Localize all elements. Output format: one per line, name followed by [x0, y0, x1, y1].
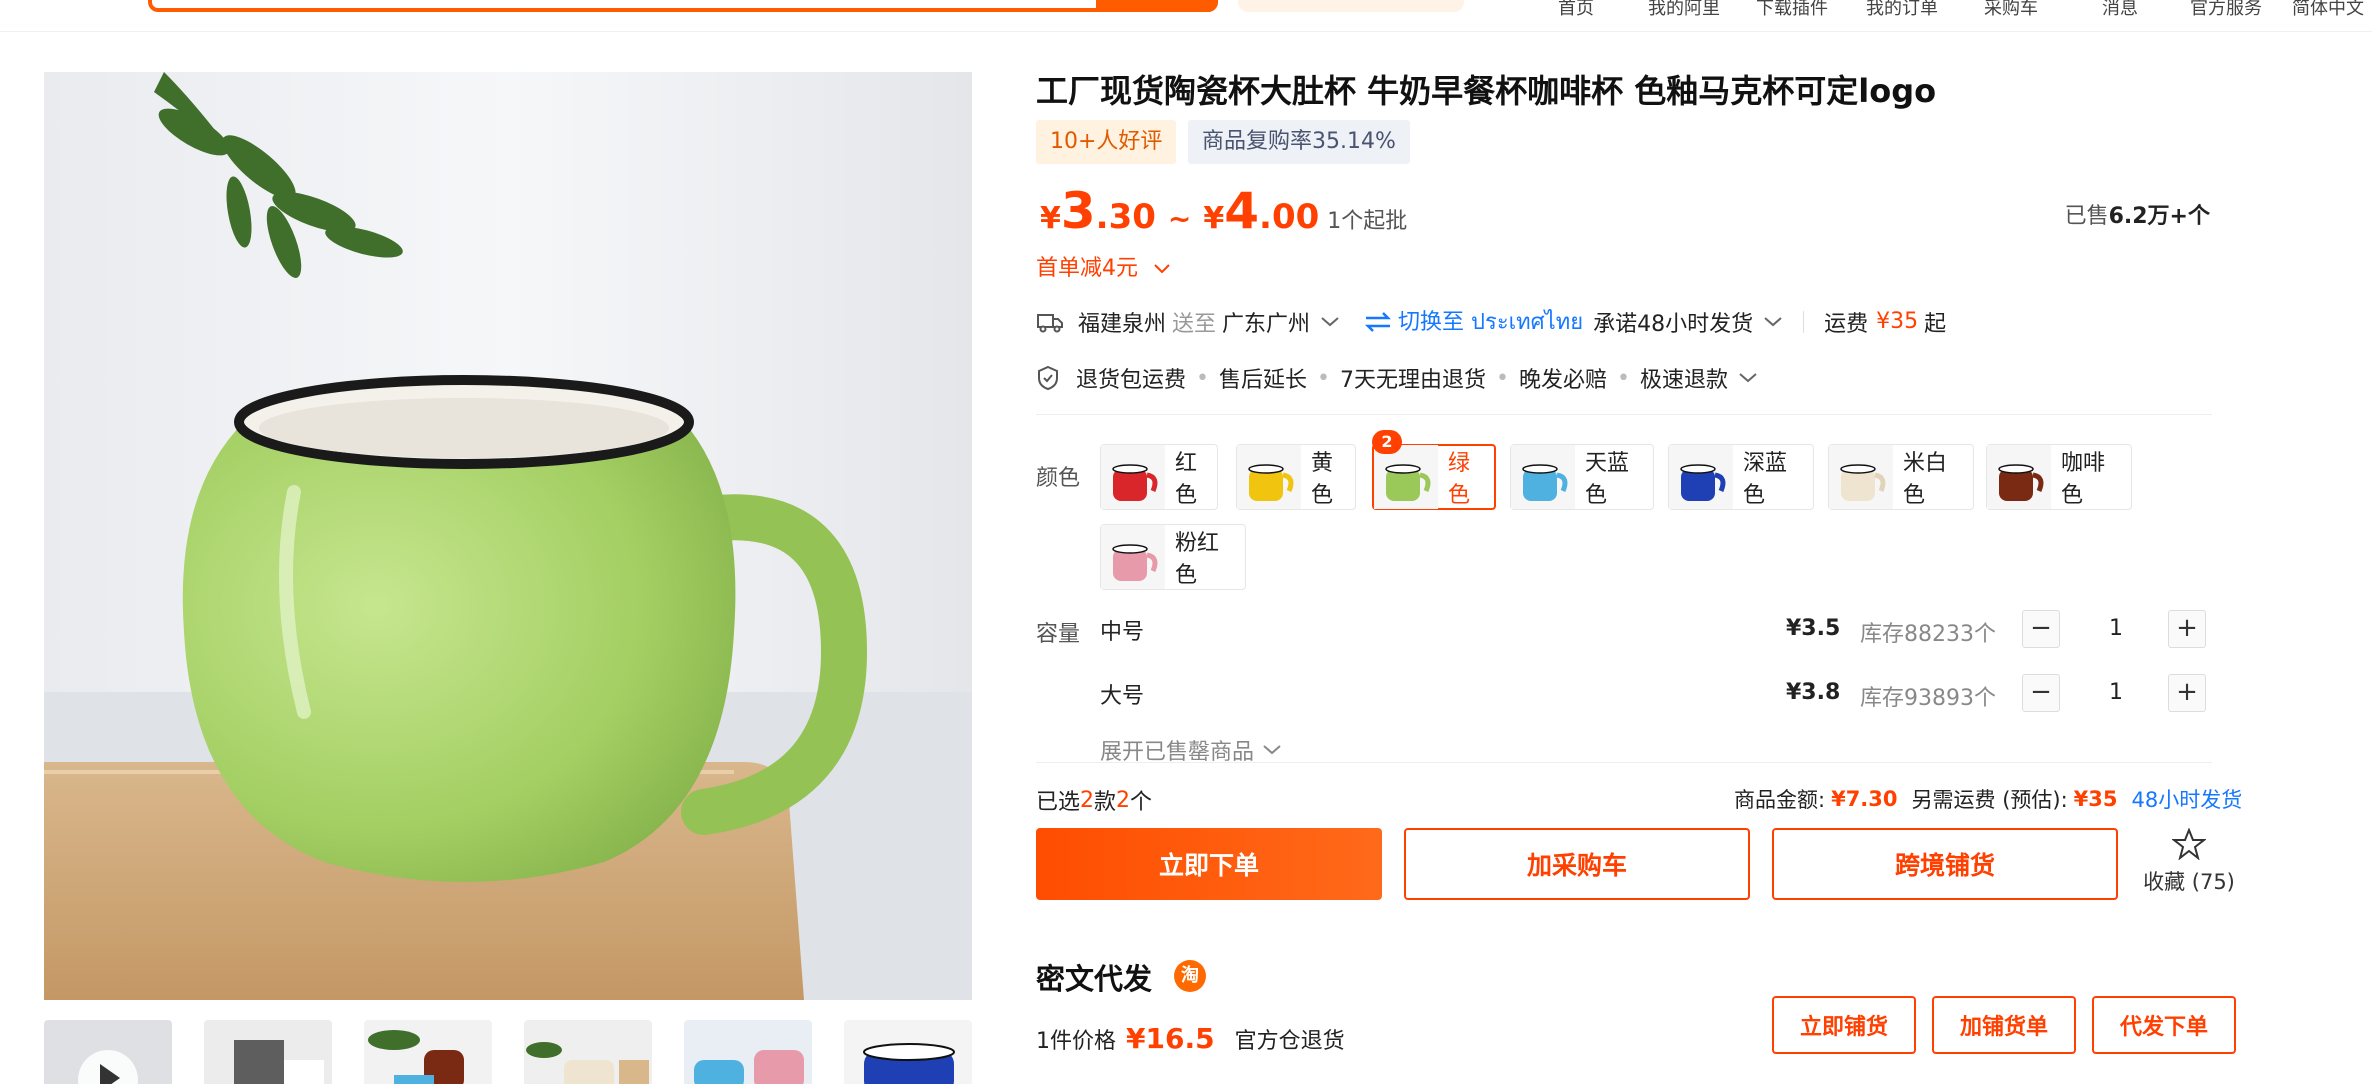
search-input[interactable] [148, 0, 1218, 12]
divider [1803, 310, 1805, 333]
thumbnail-4[interactable] [524, 1020, 652, 1084]
shield-check-icon [1038, 365, 1058, 391]
nav-home[interactable]: 首页 [1558, 0, 1594, 20]
ship-48h-note: 48小时发货 [2131, 788, 2243, 812]
amount-value: ¥7.30 [1831, 787, 1898, 811]
shipping-fee: ¥35 [1876, 309, 1919, 334]
divider [1036, 762, 2212, 763]
selected-count-badge: 2 [1372, 430, 1402, 454]
service-guarantees[interactable]: 退货包运费 • 售后延长 • 7天无理由退货 • 晚发必赔 • 极速退款 [1036, 362, 1758, 394]
chevron-down-icon[interactable] [1320, 316, 1340, 328]
color-swatch-image [1101, 445, 1165, 509]
product-title: 工厂现货陶瓷杯大肚杯 牛奶早餐杯咖啡杯 色釉马克杯可定logo [1036, 72, 1937, 110]
add-to-cart-button[interactable]: 加采购车 [1404, 828, 1750, 900]
color-option-red[interactable]: 红色 [1100, 444, 1218, 510]
color-swatch-image [1511, 445, 1575, 509]
capacity-price: ¥3.5 [1786, 616, 1841, 641]
selection-summary: 已选 2 款 2 个 [1036, 787, 1153, 816]
cross-border-list-button[interactable]: 跨境铺货 [1772, 828, 2118, 900]
chevron-down-icon [1154, 264, 1170, 274]
capacity-name: 大号 [1100, 684, 1145, 709]
nav-my-orders[interactable]: 我的订单 [1866, 0, 1938, 20]
list-now-button[interactable]: 立即铺货 [1772, 996, 1916, 1054]
dropship-order-button[interactable]: 代发下单 [2092, 996, 2236, 1054]
capacity-price: ¥3.8 [1786, 680, 1841, 705]
first-order-coupon[interactable]: 首单减4元 [1036, 250, 1171, 282]
color-label: 颜色 [1036, 466, 1081, 491]
dropship-price: ¥16.5 [1126, 1022, 1215, 1055]
increment-button[interactable]: + [2168, 610, 2206, 648]
nav-download-plugin[interactable]: 下载插件 [1756, 0, 1828, 20]
repurchase-rate-badge: 商品复购率35.14% [1188, 120, 1410, 164]
color-option-dark-blue[interactable]: 深蓝色 [1668, 444, 1814, 510]
price-low: 3 [1060, 182, 1096, 240]
quantity-value[interactable]: 1 [2076, 680, 2156, 705]
color-option-yellow[interactable]: 黄色 [1236, 444, 1356, 510]
nav-language[interactable]: 简体中文 [2292, 0, 2364, 20]
service-item: 退货包运费 [1076, 368, 1187, 393]
chevron-down-icon [1263, 745, 1281, 755]
color-swatch-image [1987, 445, 2051, 509]
capacity-name: 中号 [1100, 620, 1145, 645]
divider [1036, 414, 2212, 415]
color-swatch-image [1669, 445, 1733, 509]
thumbnail-6[interactable] [844, 1020, 972, 1084]
search-button[interactable] [1096, 0, 1218, 12]
ship-origin: 福建泉州 [1078, 311, 1167, 337]
capacity-stock: 库存88233个 [1860, 622, 1996, 647]
ship-destination[interactable]: 广东广州 [1222, 306, 1310, 338]
favorite-count: 收藏 (75) [2143, 870, 2235, 894]
thumbnail-5[interactable] [684, 1020, 812, 1084]
price-high: 4 [1224, 182, 1260, 240]
color-option-off-white[interactable]: 米白色 [1828, 444, 1974, 510]
thumbnail-2[interactable] [204, 1020, 332, 1084]
nav-my-alibaba[interactable]: 我的阿里 [1648, 0, 1720, 20]
swap-icon[interactable] [1364, 311, 1392, 332]
star-icon [2171, 827, 2207, 861]
min-order: 1个起批 [1327, 209, 1408, 234]
color-option-coffee[interactable]: 咖啡色 [1986, 444, 2132, 510]
nav-purchase-cart[interactable]: 采购车 [1984, 0, 2038, 20]
dropship-price-row: 1件价格 ¥16.5 官方仓退货 [1036, 1022, 1345, 1055]
color-swatch-image [1101, 525, 1165, 589]
switch-region-link[interactable]: 切换至 ประเทศไทย [1398, 304, 1583, 339]
add-list-button[interactable]: 加铺货单 [1932, 996, 2076, 1054]
favorite-button[interactable]: 收藏 (75) [2134, 827, 2244, 900]
nav-official-service[interactable]: 官方服务 [2190, 0, 2262, 20]
price-range: ¥3.30 ~ ¥4.00 1个起批 [1040, 182, 1408, 240]
chevron-down-icon[interactable] [1738, 372, 1758, 384]
ship-promise[interactable]: 承诺48小时发货 [1593, 306, 1753, 338]
color-swatch-image [1829, 445, 1893, 509]
decrement-button[interactable]: − [2022, 674, 2060, 712]
taobao-logo-icon: 淘 [1174, 960, 1206, 992]
thumbnail-3[interactable] [364, 1020, 492, 1084]
color-option-pink[interactable]: 粉红色 [1100, 524, 1246, 590]
capacity-label: 容量 [1036, 622, 1081, 647]
capacity-stock: 库存93893个 [1860, 686, 1996, 711]
sold-count: 已售6.2万+个 [2064, 204, 2210, 229]
amount-summary: 商品金额: ¥7.30 另需运费 (预估): ¥35 48小时发货 [1734, 784, 2242, 814]
top-bar: 首页 我的阿里 下载插件 我的订单 采购车 消息 官方服务 简体中文 [0, 0, 2372, 32]
service-item: 售后延长 [1219, 368, 1308, 393]
extra-shipping-value: ¥35 [2073, 787, 2118, 811]
chevron-down-icon[interactable] [1763, 316, 1783, 328]
nav-messages[interactable]: 消息 [2102, 0, 2138, 20]
color-swatch-image [1237, 445, 1301, 509]
buy-now-button[interactable]: 立即下单 [1036, 828, 1382, 900]
truck-icon [1037, 313, 1063, 332]
thumbnail-video[interactable] [44, 1020, 172, 1084]
service-item: 极速退款 [1639, 368, 1728, 393]
color-option-sky-blue[interactable]: 天蓝色 [1510, 444, 1654, 510]
increment-button[interactable]: + [2168, 674, 2206, 712]
service-item: 晚发必赔 [1518, 368, 1607, 393]
shipping-row: 福建泉州 送至 广东广州 切换至 ประเทศไทย 承诺48小时发货 运费 ¥… [1036, 304, 1946, 339]
quantity-value[interactable]: 1 [2076, 616, 2156, 641]
color-swatch-image [1374, 445, 1438, 509]
dropship-title: 密文代发 [1036, 962, 1153, 996]
main-product-image[interactable] [44, 72, 972, 1000]
good-review-badge[interactable]: 10+人好评 [1036, 120, 1177, 164]
decrement-button[interactable]: − [2022, 610, 2060, 648]
service-item: 7天无理由退货 [1340, 368, 1486, 393]
top-promo-pill[interactable] [1238, 0, 1464, 12]
